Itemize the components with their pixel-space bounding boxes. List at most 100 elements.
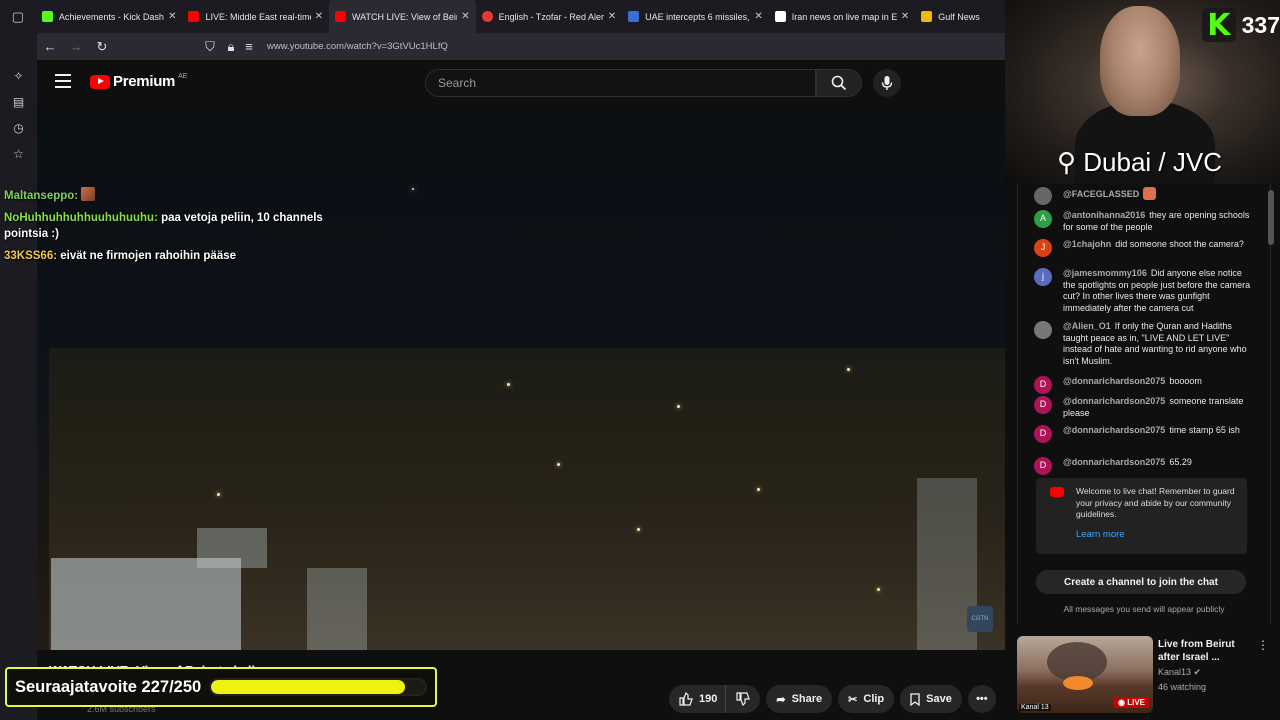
webcam-face [1100, 6, 1180, 116]
save-button[interactable]: Save [900, 685, 962, 713]
search-input[interactable] [425, 69, 816, 97]
recommended-channel-name[interactable]: Kanal13 ✔ [1158, 667, 1201, 678]
building [197, 528, 267, 568]
chat-message: D @donnarichardson2075 boooom [1034, 376, 1254, 394]
city-light [847, 368, 850, 371]
browser-tab[interactable]: Iran news on live map in En ✕ [769, 0, 916, 33]
ai-sparkle-icon[interactable]: ✧ [0, 63, 37, 89]
back-icon[interactable]: ← [37, 33, 63, 60]
city-light [507, 383, 510, 386]
avatar: D [1034, 376, 1052, 394]
live-chat-panel: @FACEGLASSED A @antonihanna2016 they are o… [1017, 184, 1271, 624]
city-light [757, 488, 760, 491]
avatar [1034, 187, 1052, 205]
kick-logo-icon: K [1202, 8, 1236, 43]
reader-icon[interactable]: ▤ [0, 89, 37, 115]
close-tab-icon[interactable]: ✕ [461, 11, 469, 22]
overlay-chat-message: 33KSS66: eivät ne firmojen rahoihin pääs… [4, 250, 237, 262]
youtube-play-icon [90, 74, 110, 89]
youtube-logo[interactable]: Premium AE [90, 73, 187, 90]
clip-button[interactable]: ✂ Clip [838, 685, 895, 713]
learn-more-link[interactable]: Learn more [1076, 529, 1239, 541]
bookmark-star-icon[interactable]: ☆ [0, 141, 37, 167]
chat-scrollbar[interactable] [1268, 190, 1274, 245]
voice-search-button[interactable] [873, 69, 901, 97]
scissors-icon: ✂ [848, 693, 858, 706]
avatar: A [1034, 210, 1052, 228]
like-button[interactable]: 190 [669, 685, 726, 713]
avatar: J [1034, 239, 1052, 257]
overlay-chat-message: Maltanseppo: [4, 187, 344, 204]
browser-tab-active[interactable]: WATCH LIVE: View of Beirut ✕ [329, 0, 476, 33]
chat-message: j @jamesmommy106 Did anyone else notice th… [1034, 268, 1254, 314]
browser-tab[interactable]: Gulf News [915, 0, 1005, 33]
close-tab-icon[interactable]: ✕ [315, 11, 323, 22]
stream-overlay-chat: Maltanseppo: NoHuhhuhhuhhuuhuhuuhu: paa … [4, 187, 344, 270]
public-messages-note: All messages you send will appear public… [1063, 604, 1225, 614]
browser-tab[interactable]: English - Tzofar - Red Alert ✕ [476, 0, 623, 33]
cgtn-watermark: CGTN [967, 606, 993, 632]
watching-count: 46 watching [1158, 682, 1207, 692]
browser-nav-bar: ◫ ← → ↻ ⛉ 🔒︎ ≡ www.youtube.com/watch?v=3… [0, 33, 1005, 60]
browser-tab[interactable]: UAE intercepts 6 missiles, 1 ✕ [622, 0, 769, 33]
shield-icon[interactable]: ⛉ [197, 33, 223, 60]
recommended-video-title[interactable]: Live from Beirut after Israel ... [1158, 638, 1254, 664]
share-icon: ➦ [776, 693, 786, 706]
lock-icon: 🔒︎ [227, 38, 235, 54]
overlay-chat-message: NoHuhhuhhuhhuuhuhuuhu: paa vetoja peliin… [4, 212, 323, 240]
goal-progress-bar [209, 678, 427, 696]
avatar: D [1034, 425, 1052, 443]
city-light [412, 188, 414, 190]
video-thumbnail[interactable]: Kanal 13 ◉ LIVE [1017, 636, 1153, 713]
city-light [677, 405, 680, 408]
city-light [217, 493, 220, 496]
browser-sidebar: ✧ ▤ ◷ ☆ [0, 33, 37, 720]
emoji-icon [1143, 187, 1157, 200]
video-actions: 190 ➦ Share ✂ Clip Save ••• [669, 685, 996, 713]
forward-icon[interactable]: → [63, 33, 89, 60]
kick-viewer-counter: K 337 [1202, 4, 1280, 46]
search-button[interactable] [816, 69, 862, 97]
close-tab-icon[interactable]: ✕ [168, 11, 176, 22]
youtube-favicon-icon [335, 11, 347, 22]
search-icon [831, 75, 847, 91]
youtube-logo-icon [1050, 487, 1064, 497]
thumbnail-channel-tag: Kanal 13 [1019, 704, 1051, 711]
emote-icon [81, 187, 96, 201]
news-favicon-icon [628, 11, 640, 22]
dislike-button[interactable] [725, 685, 761, 713]
thumbnail-fire [1063, 676, 1093, 690]
chat-message: @Alien_O1 If only the Quran and Hadiths t… [1034, 321, 1254, 367]
recommended-video[interactable]: Kanal 13 ◉ LIVE Live from Beirut after I… [1017, 636, 1271, 716]
building [307, 568, 367, 650]
more-actions-button[interactable]: ••• [967, 685, 996, 713]
create-channel-button[interactable]: Create a channel to join the chat [1036, 570, 1246, 594]
screen: ▢ Achievements - Kick Dashb ✕ LIVE: Middl… [0, 0, 1280, 720]
chat-message: @FACEGLASSED [1034, 187, 1254, 205]
more-vertical-icon[interactable]: ⋮ [1257, 638, 1269, 652]
kick-favicon-icon [41, 11, 53, 22]
url-bar[interactable]: www.youtube.com/watch?v=3GtVUc1HLfQ [267, 41, 448, 52]
close-tab-icon[interactable]: ✕ [901, 11, 909, 22]
browser-tab[interactable]: LIVE: Middle East real-time ✕ [182, 0, 329, 33]
avatar: j [1034, 268, 1052, 286]
follower-goal-widget: Seuraajatavoite 227/250 [5, 667, 437, 707]
page-settings-icon[interactable]: ≡ [239, 33, 259, 60]
reload-icon[interactable]: ↻ [89, 33, 115, 60]
youtube-favicon-icon [188, 11, 200, 22]
location-label: ⚲ Dubai / JVC [1057, 147, 1222, 177]
avatar: D [1034, 396, 1052, 414]
youtube-header: Premium AE [37, 60, 1005, 108]
history-icon[interactable]: ◷ [0, 115, 37, 141]
chat-message: A @antonihanna2016 they are opening school… [1034, 210, 1254, 233]
building [51, 558, 241, 650]
share-button[interactable]: ➦ Share [766, 685, 833, 713]
close-tab-icon[interactable]: ✕ [754, 11, 762, 22]
city-light [557, 463, 560, 466]
browser-tab[interactable]: Achievements - Kick Dashb ✕ [36, 0, 183, 33]
hamburger-menu-icon[interactable] [55, 74, 71, 88]
chat-footer: Create a channel to join the chat All me… [1017, 560, 1271, 624]
tab-overview-icon[interactable]: ▢ [0, 0, 36, 33]
gulf-news-favicon-icon [921, 11, 933, 22]
close-tab-icon[interactable]: ✕ [608, 11, 616, 22]
